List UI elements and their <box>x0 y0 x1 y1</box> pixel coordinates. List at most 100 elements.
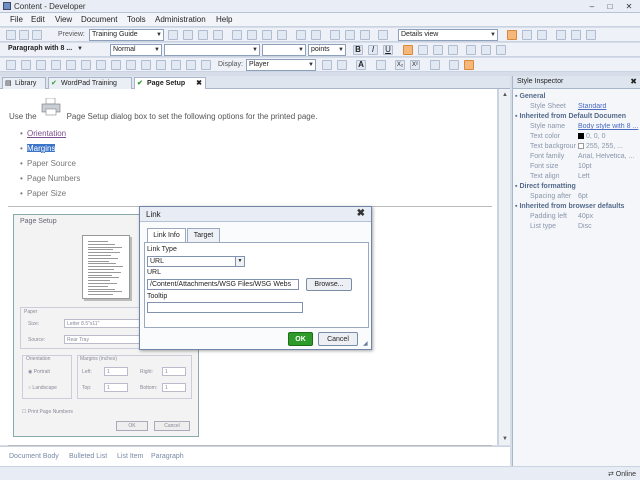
toolbar-button[interactable] <box>111 60 121 70</box>
pencil-icon[interactable] <box>430 60 440 70</box>
scroll-down-icon[interactable]: ▼ <box>500 434 510 444</box>
menu-document[interactable]: Document <box>81 15 117 24</box>
section-inherited-browser[interactable]: ▪ Inherited from browser defaults <box>515 203 624 210</box>
toolbar-button[interactable] <box>198 30 208 40</box>
scroll-up-icon[interactable]: ▲ <box>500 90 510 100</box>
crumb-list-item[interactable]: List Item <box>117 453 143 460</box>
menu-help[interactable]: Help <box>216 15 232 24</box>
menu-administration[interactable]: Administration <box>155 15 206 24</box>
close-dialog-icon[interactable]: ✖ <box>357 208 365 219</box>
menu-edit[interactable]: Edit <box>31 15 45 24</box>
toolbar-button[interactable] <box>21 60 31 70</box>
selected-text-margins[interactable]: Margins <box>27 144 56 153</box>
indent-icon[interactable] <box>496 45 506 55</box>
toolbar-button[interactable] <box>277 30 287 40</box>
italic-button[interactable]: I <box>368 45 378 55</box>
ok-button[interactable]: OK <box>288 332 313 346</box>
toolbar-button[interactable] <box>322 60 332 70</box>
tab-wordpad-training[interactable]: ✔ WordPad Training <box>48 77 132 89</box>
browse-button[interactable]: Browse... <box>306 278 352 291</box>
link-type-select[interactable]: URL ▼ <box>147 256 245 267</box>
toolbar-button[interactable] <box>6 60 16 70</box>
crumb-document-body[interactable]: Document Body <box>9 453 59 460</box>
tab-target[interactable]: Target <box>187 228 220 242</box>
paste-icon[interactable] <box>262 30 272 40</box>
new-icon[interactable] <box>6 30 16 40</box>
save-icon[interactable] <box>32 30 42 40</box>
section-direct-formatting[interactable]: ▪ Direct formatting <box>515 183 576 190</box>
details-view-icon[interactable] <box>507 30 517 40</box>
align-center-icon[interactable] <box>418 45 428 55</box>
menu-view[interactable]: View <box>55 15 72 24</box>
toolbar-button[interactable] <box>586 30 596 40</box>
style-select[interactable]: Paragraph with 8 ... ▼ <box>6 44 84 56</box>
crumb-bulleted-list[interactable]: Bulleted List <box>69 453 107 460</box>
section-inherited-default[interactable]: ▪ Inherited from Default Documen <box>515 113 626 120</box>
bullet-list-icon[interactable] <box>466 45 476 55</box>
bold-button[interactable]: B <box>353 45 363 55</box>
align-left-icon[interactable] <box>403 45 413 55</box>
style-sheet-link[interactable]: Standard <box>578 103 640 110</box>
toolbar-button[interactable] <box>571 30 581 40</box>
open-icon[interactable] <box>19 30 29 40</box>
toolbar-button[interactable] <box>141 60 151 70</box>
link-orientation[interactable]: Orientation <box>27 129 66 138</box>
toolbar-button[interactable] <box>330 30 340 40</box>
copy-icon[interactable] <box>247 30 257 40</box>
help-icon[interactable] <box>378 30 388 40</box>
menu-file[interactable]: File <box>10 15 23 24</box>
superscript-button[interactable]: X² <box>410 60 420 70</box>
toolbar-button[interactable] <box>337 60 347 70</box>
menu-tools[interactable]: Tools <box>127 15 146 24</box>
underline-button[interactable]: U <box>383 45 393 55</box>
maximize-button[interactable]: □ <box>602 1 618 12</box>
toolbar-button[interactable] <box>522 30 532 40</box>
toolbar-button[interactable] <box>126 60 136 70</box>
toolbar-button[interactable] <box>464 60 474 70</box>
subscript-button[interactable]: X₂ <box>395 60 405 70</box>
toolbar-button[interactable] <box>168 30 178 40</box>
toolbar-button[interactable] <box>81 60 91 70</box>
toolbar-button[interactable] <box>186 60 196 70</box>
vertical-scrollbar[interactable]: ▲ ▼ <box>498 89 510 445</box>
toolbar-button[interactable] <box>171 60 181 70</box>
style-name-link[interactable]: Body style with 8 ... <box>578 123 640 130</box>
justify-icon[interactable] <box>448 45 458 55</box>
close-window-button[interactable]: ✕ <box>621 1 637 12</box>
resize-grip-icon[interactable]: ◢ <box>363 341 370 348</box>
cancel-button[interactable]: Cancel <box>318 332 358 346</box>
redo-icon[interactable] <box>311 30 321 40</box>
unit-select[interactable]: points ▼ <box>308 44 346 56</box>
crumb-paragraph[interactable]: Paragraph <box>151 453 184 460</box>
toolbar-button[interactable] <box>183 30 193 40</box>
toolbar-button[interactable] <box>537 30 547 40</box>
toolbar-button[interactable] <box>556 30 566 40</box>
section-general[interactable]: ▪ General <box>515 93 546 100</box>
tab-link-info[interactable]: Link Info <box>147 228 186 243</box>
toolbar-button[interactable] <box>96 60 106 70</box>
size-select[interactable]: ▼ <box>262 44 306 56</box>
font-family-select[interactable]: ▼ <box>164 44 260 56</box>
toolbar-button[interactable] <box>66 60 76 70</box>
display-select[interactable]: Player ▼ <box>246 59 316 71</box>
toolbar-button[interactable] <box>345 30 355 40</box>
toolbar-button[interactable] <box>156 60 166 70</box>
toolbar-button[interactable] <box>449 60 459 70</box>
font-color-button[interactable]: A <box>356 60 366 70</box>
toolbar-button[interactable] <box>51 60 61 70</box>
toolbar-button[interactable] <box>360 30 370 40</box>
cut-icon[interactable] <box>232 30 242 40</box>
view-select[interactable]: Details view ▼ <box>398 29 498 41</box>
close-tab-icon[interactable]: ✖ <box>196 78 202 89</box>
tab-page-setup[interactable]: ✔ Page Setup ✖ <box>134 77 206 89</box>
tooltip-input[interactable] <box>147 302 303 313</box>
toolbar-button[interactable] <box>376 60 386 70</box>
toolbar-button[interactable] <box>36 60 46 70</box>
align-right-icon[interactable] <box>433 45 443 55</box>
url-input[interactable]: /Content/Attachments/WSG Files/WSG Webs <box>147 279 299 290</box>
font-select[interactable]: Normal ▼ <box>110 44 162 56</box>
toolbar-button[interactable] <box>213 30 223 40</box>
preview-select[interactable]: Training Guide ▼ <box>89 29 164 41</box>
minimize-button[interactable]: – <box>584 1 600 12</box>
numbered-list-icon[interactable] <box>481 45 491 55</box>
